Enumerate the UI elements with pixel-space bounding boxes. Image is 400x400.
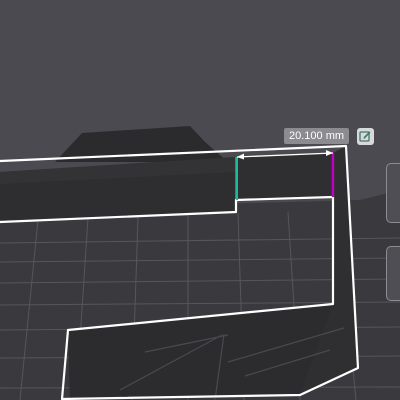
side-toolbar-button[interactable]: [386, 163, 400, 223]
edit-pencil-icon: [359, 131, 371, 142]
side-toolbar: [386, 163, 400, 400]
scene-canvas[interactable]: [0, 0, 400, 400]
3d-viewport[interactable]: 20.100 mm: [0, 0, 400, 400]
side-toolbar-button[interactable]: [386, 246, 400, 301]
edit-measurement-button[interactable]: [357, 128, 374, 145]
measurement-value-label: 20.100 mm: [284, 128, 350, 144]
